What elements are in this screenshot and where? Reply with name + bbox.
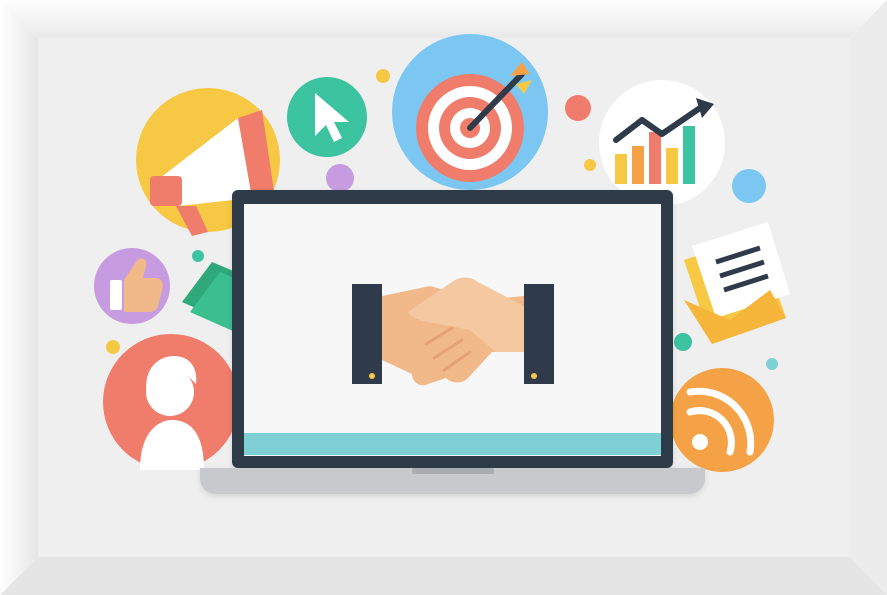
- laptop-screen-bar: [244, 433, 661, 455]
- user-avatar-icon: [103, 334, 239, 470]
- dot-decoration: [732, 169, 766, 203]
- target-icon: [392, 34, 548, 190]
- frame-bevel-right: [850, 0, 887, 595]
- frame-bevel-top: [0, 0, 887, 38]
- dot-decoration: [326, 164, 354, 192]
- dot-decoration: [584, 159, 596, 171]
- dot-decoration: [376, 69, 390, 83]
- dot-decoration: [565, 95, 591, 121]
- growth-chart-icon: [599, 80, 725, 206]
- laptop-notch: [412, 468, 494, 474]
- illustration-svg: [0, 0, 887, 595]
- frame-bevel-left: [0, 0, 38, 595]
- cursor-icon: [287, 77, 367, 157]
- left-sleeve: [352, 284, 382, 384]
- frame-bevel-bottom: [0, 557, 887, 595]
- rss-icon: [670, 368, 774, 472]
- dot-decoration: [192, 250, 204, 262]
- dot-decoration: [106, 340, 120, 354]
- dot-decoration: [766, 358, 778, 370]
- dot-decoration: [674, 333, 692, 351]
- right-sleeve: [524, 284, 554, 384]
- framed-illustration: [0, 0, 887, 595]
- thumbs-up-icon: [94, 248, 170, 324]
